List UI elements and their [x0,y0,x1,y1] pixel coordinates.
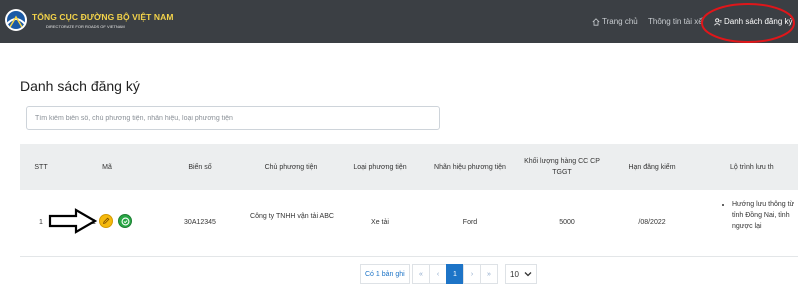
page-size-select[interactable]: 10 [505,264,537,284]
next-page-button[interactable]: › [463,264,481,284]
page-size-value: 10 [510,269,519,279]
cell-brand: Ford [462,219,478,226]
column-header-inspection-deadline: Hạn đăng kiểm [628,163,676,171]
road-logo-icon[interactable] [4,8,28,32]
record-count: Có 1 bản ghi [360,264,410,284]
cell-inspection-deadline: /08/2022 [638,219,666,226]
chevron-down-icon [524,272,532,277]
last-page-button[interactable]: » [480,264,498,284]
brand-subtitle: DIRECTORATE FOR ROADS OF VIETNAM [46,24,125,29]
nav-home[interactable]: Trang chủ [592,0,638,43]
column-header-load: Khối lượng hàng CC CP TGGT [524,158,600,176]
top-navbar: TỔNG CỤC ĐƯỜNG BỘ VIỆT NAM DIRECTORATE F… [0,0,798,43]
nav-account-label: Thông tin tài xế [648,17,703,26]
cell-owner: Công ty TNHH vận tải ABC [250,213,334,220]
brand-title[interactable]: TỔNG CỤC ĐƯỜNG BỘ VIỆT NAM [32,12,174,22]
cell-load: 5000 [559,219,575,226]
column-header-plate: Biển số [188,163,212,171]
column-header-vehicle-type: Loại phương tiện [353,163,407,171]
column-header-route: Lộ trình lưu th [730,163,774,171]
first-page-button[interactable]: « [412,264,430,284]
approve-button[interactable] [118,214,132,228]
check-circle-icon [121,217,129,225]
page-1-button[interactable]: 1 [446,264,464,284]
cell-route: Hướng lưu thông từ tỉnh Đồng Nai, tỉnh n… [724,199,798,232]
annotation-arrow [48,208,98,234]
column-header-brand: Nhãn hiệu phương tiện [434,163,506,171]
row-divider [20,256,798,257]
cell-vehicle-type: Xe tải [371,219,389,226]
column-header-owner: Chủ phương tiện [264,163,318,171]
pencil-icon [103,217,110,224]
route-item: Hướng lưu thông từ tỉnh Đồng Nai, tỉnh n… [732,199,798,232]
page-title: Danh sách đăng ký [20,78,140,94]
nav-account-info[interactable]: Thông tin tài xế [648,0,703,43]
column-header-stt: STT [34,163,48,171]
cell-stt: 1 [39,219,43,226]
cell-plate: 30A12345 [184,219,216,226]
column-header-code: Mã [102,163,112,171]
edit-button[interactable] [99,214,113,228]
annotation-ellipse [701,3,795,43]
prev-page-button[interactable]: ‹ [429,264,447,284]
home-icon [592,17,600,26]
nav-home-label: Trang chủ [602,17,638,26]
search-input[interactable] [26,106,440,130]
